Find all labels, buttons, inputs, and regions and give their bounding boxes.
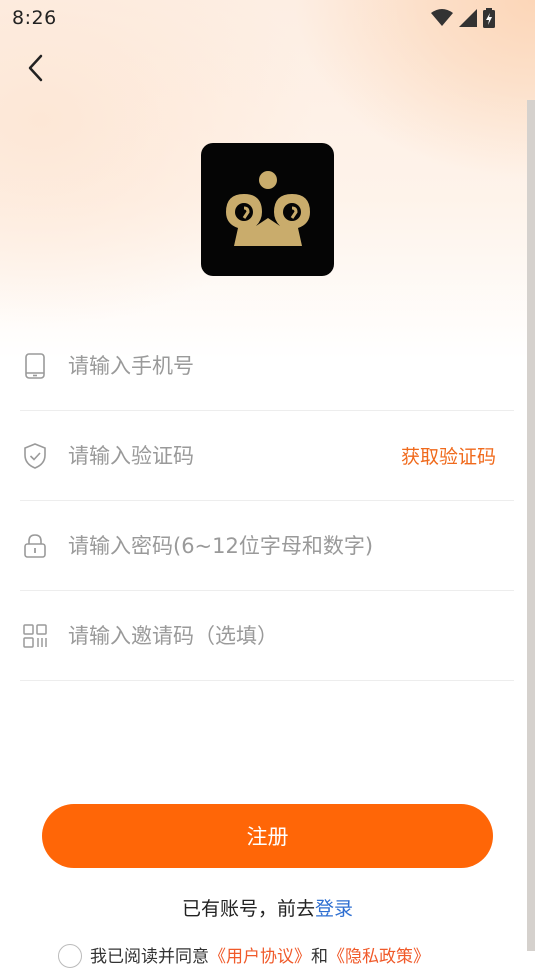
crown-logo-icon: [225, 170, 310, 246]
status-time: 8:26: [12, 7, 57, 29]
qr-code-icon: [22, 623, 48, 649]
agreement-text: 我已阅读并同意《用户协议》和《隐私政策》: [90, 942, 430, 967]
invite-code-input[interactable]: [68, 623, 514, 648]
wifi-icon: [431, 9, 453, 26]
scrollbar[interactable]: [527, 100, 535, 951]
status-bar: 8:26: [0, 0, 535, 36]
register-form: 获取验证码: [20, 321, 514, 681]
privacy-policy-link[interactable]: 《隐私政策》: [328, 947, 430, 967]
agreement-checkbox[interactable]: [58, 944, 82, 968]
back-button[interactable]: [18, 50, 54, 86]
agreement-joiner: 和: [311, 947, 328, 967]
status-icons: [431, 8, 495, 28]
register-button[interactable]: 注册: [42, 804, 493, 868]
phone-input[interactable]: [68, 353, 514, 378]
code-row: 获取验证码: [20, 411, 514, 501]
mobile-phone-icon: [22, 352, 48, 379]
battery-charging-icon: [483, 8, 495, 28]
login-prompt: 已有账号，前去登录: [0, 894, 535, 921]
agreement-prefix: 我已阅读并同意: [90, 947, 209, 967]
password-row: [20, 501, 514, 591]
get-code-button[interactable]: 获取验证码: [401, 442, 496, 469]
user-agreement-link[interactable]: 《用户协议》: [209, 947, 311, 967]
invite-row: [20, 591, 514, 681]
app-logo: [201, 143, 334, 276]
chevron-left-icon: [28, 54, 43, 82]
lock-icon: [22, 533, 48, 559]
cellular-signal-icon: [459, 9, 477, 27]
login-prompt-text: 已有账号，前去: [181, 898, 315, 920]
shield-check-icon: [22, 442, 48, 469]
password-input[interactable]: [68, 533, 514, 558]
phone-row: [20, 321, 514, 411]
login-link[interactable]: 登录: [315, 898, 353, 920]
